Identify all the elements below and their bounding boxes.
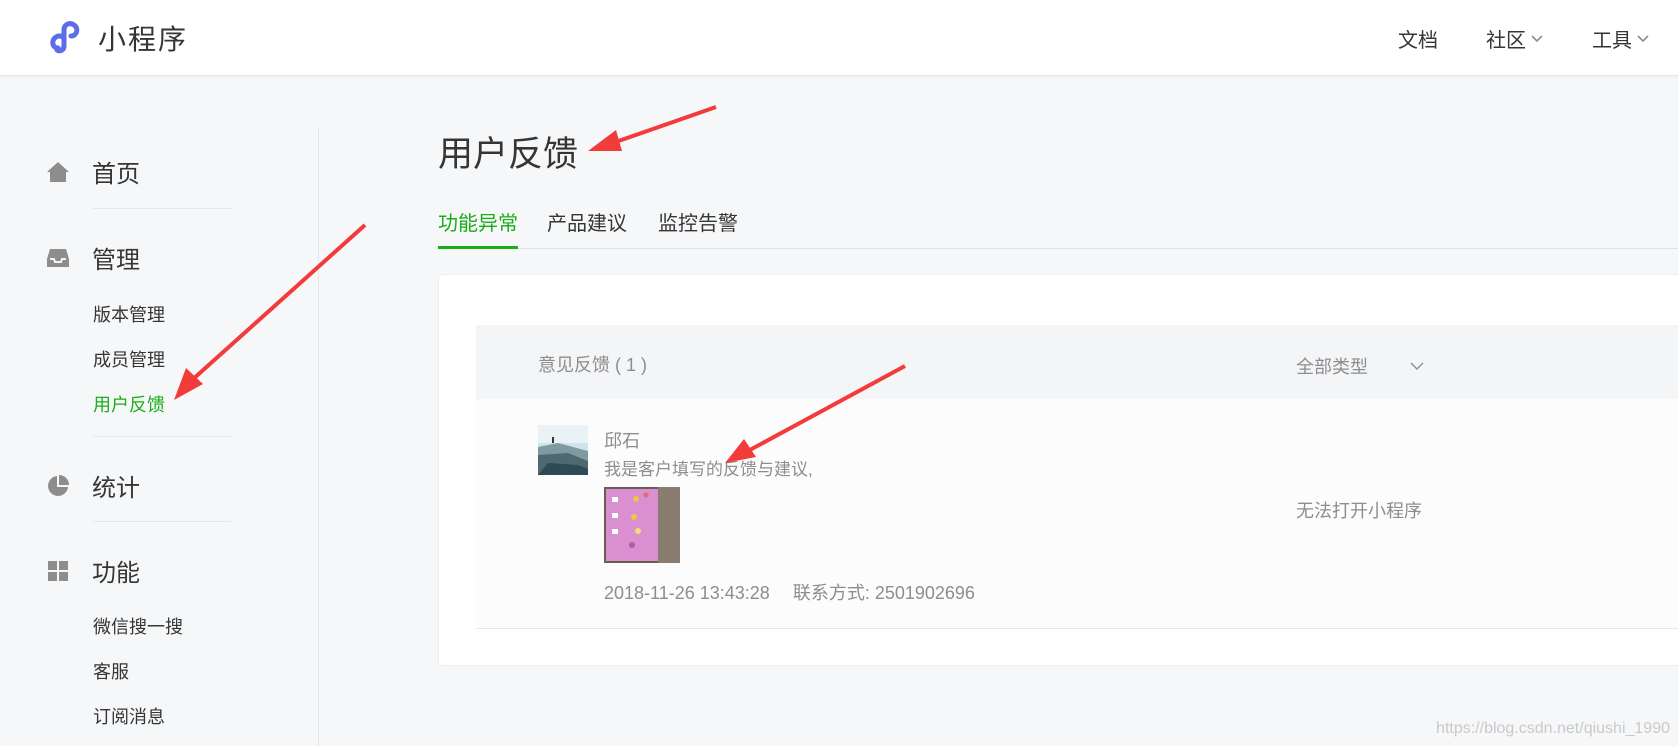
watermark: https://blog.csdn.net/qiushi_1990: [1436, 720, 1670, 737]
sidebar-item-customer-service[interactable]: 客服: [93, 658, 129, 684]
sidebar-item-member-manage[interactable]: 成员管理: [93, 346, 165, 372]
tab-bar: 功能异常 产品建议 监控告警: [438, 207, 1678, 249]
annotation-arrow-title: [588, 105, 717, 151]
logo-text: 小程序: [98, 24, 189, 55]
chevron-down-icon: [1637, 35, 1649, 43]
divider: [93, 521, 231, 522]
tab-function-error[interactable]: 功能异常: [438, 207, 518, 249]
nav-docs-label: 文档: [1398, 29, 1438, 52]
sidebar-item-home[interactable]: 首页: [46, 154, 140, 189]
sidebar-item-label: 管理: [92, 247, 140, 274]
top-header: 小程序 文档 社区 工具: [0, 0, 1678, 76]
sidebar-item-label: 首页: [92, 161, 140, 188]
feedback-card: 意见反馈 ( 1 ) 全部类型 操作 邱石 我是客户填写的反馈与建议,: [438, 274, 1678, 666]
divider: [93, 436, 231, 437]
pie-chart-icon: [48, 474, 69, 496]
table-title: 意见反馈 ( 1 ): [538, 355, 648, 375]
type-filter-label: 全部类型: [1296, 357, 1368, 377]
nav-community[interactable]: 社区: [1486, 24, 1544, 53]
chevron-down-icon: [1410, 362, 1424, 370]
logo[interactable]: 小程序: [46, 18, 188, 58]
feedback-content: 我是客户填写的反馈与建议,: [604, 460, 813, 479]
sidebar-item-version-manage[interactable]: 版本管理: [93, 301, 165, 327]
sidebar-item-wechat-search[interactable]: 微信搜一搜: [93, 613, 183, 639]
page-title: 用户反馈: [438, 135, 579, 174]
sidebar-item-features[interactable]: 功能: [46, 553, 140, 588]
divider: [93, 208, 231, 209]
feedback-screenshot-thumbnail[interactable]: [604, 487, 680, 563]
table-header: 意见反馈 ( 1 ) 全部类型 操作: [476, 325, 1678, 399]
sidebar-item-label: 功能: [92, 560, 140, 587]
screenshot-image: [604, 487, 680, 563]
nav-community-label: 社区: [1486, 29, 1526, 52]
table-row: 邱石 我是客户填写的反馈与建议, 2018-11-26 13:43:28 联系方…: [476, 399, 1678, 629]
tab-product-suggestion[interactable]: 产品建议: [547, 207, 627, 246]
chevron-down-icon: [1531, 35, 1543, 43]
feedback-contact: 联系方式: 2501902696: [792, 583, 975, 603]
sidebar-item-subscription-message[interactable]: 订阅消息: [93, 703, 165, 729]
sidebar-divider: [318, 127, 319, 746]
sidebar-item-manage[interactable]: 管理: [46, 240, 140, 275]
feedback-datetime: 2018-11-26 13:43:28: [604, 583, 770, 603]
home-icon: [47, 161, 69, 182]
tab-monitor-alert[interactable]: 监控告警: [658, 207, 738, 246]
sidebar-item-label: 统计: [92, 475, 140, 502]
inbox-icon: [47, 248, 69, 267]
miniprogram-logo-icon: [50, 21, 80, 54]
nav-docs[interactable]: 文档: [1398, 24, 1438, 53]
avatar: [538, 425, 588, 475]
grid-icon: [48, 560, 68, 581]
user-name: 邱石: [604, 431, 640, 451]
avatar-image: [538, 425, 588, 475]
top-nav: 文档 社区 工具: [1350, 0, 1650, 76]
sidebar-item-user-feedback[interactable]: 用户反馈: [93, 391, 165, 417]
sidebar-item-stats[interactable]: 统计: [46, 468, 140, 503]
app-window: 小程序 文档 社区 工具 首页 管理 版本管理 成员管理 用户反馈 统计 功能 …: [0, 0, 1678, 746]
nav-tools-label: 工具: [1592, 29, 1632, 52]
type-filter-select[interactable]: 全部类型: [1296, 353, 1426, 379]
feedback-meta: 2018-11-26 13:43:28 联系方式: 2501902696: [604, 579, 975, 605]
feedback-type: 无法打开小程序: [1296, 501, 1422, 521]
nav-tools[interactable]: 工具: [1592, 24, 1650, 53]
